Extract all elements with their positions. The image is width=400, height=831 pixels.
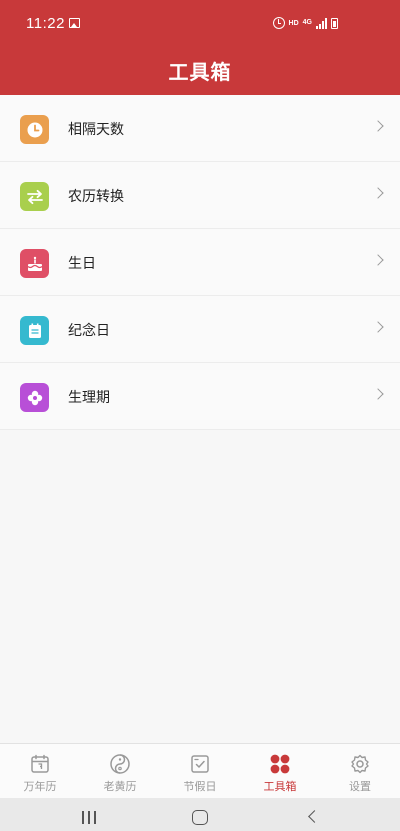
yin-yang-icon [110, 754, 130, 774]
calendar-note-icon [20, 316, 49, 345]
birthday-cake-icon [20, 249, 49, 278]
tab-holidays[interactable]: 节假日 [160, 744, 240, 799]
tool-item-label: 生理期 [68, 390, 110, 406]
tool-item-label: 纪念日 [68, 323, 110, 339]
tab-label: 万年历 [23, 780, 57, 793]
chevron-right-icon [372, 321, 384, 333]
checklist-icon [191, 755, 209, 773]
status-indicators: HD 4G [272, 16, 338, 30]
tool-item-lunar-convert[interactable]: 农历转换 [0, 162, 400, 229]
home-icon[interactable] [192, 810, 208, 825]
system-nav-bar [0, 798, 400, 831]
flower-icon [20, 383, 49, 412]
tool-item-label: 农历转换 [68, 189, 124, 205]
tab-label: 节假日 [183, 780, 217, 793]
toolbox-grid-icon [270, 754, 290, 774]
gear-icon [351, 754, 369, 774]
tool-item-label: 生日 [68, 256, 96, 272]
status-bar: 11:22 HD 4G [0, 0, 400, 50]
tab-label: 老黄历 [103, 780, 137, 793]
tab-label: 工具箱 [263, 780, 297, 793]
app-header: 11:22 HD 4G 工具箱 [0, 0, 400, 95]
calendar-icon [31, 754, 49, 773]
gallery-notification-icon [69, 18, 80, 28]
clock-icon [20, 115, 49, 144]
recents-icon[interactable] [82, 811, 96, 824]
tool-item-label: 相隔天数 [68, 122, 124, 138]
chevron-right-icon [372, 187, 384, 199]
tool-list: 相隔天数 农历转换 生日 纪念日 生理期 [0, 95, 400, 430]
hd-voice-indicator: HD [288, 19, 299, 27]
tab-calendar[interactable]: 万年历 [0, 744, 80, 799]
tab-almanac[interactable]: 老黄历 [80, 744, 160, 799]
tool-item-days-between[interactable]: 相隔天数 [0, 95, 400, 162]
page-title: 工具箱 [168, 60, 232, 84]
chevron-right-icon [372, 388, 384, 400]
chevron-right-icon [372, 254, 384, 266]
swap-arrows-icon [20, 182, 49, 211]
tab-label: 设置 [349, 780, 371, 793]
tool-item-birthday[interactable]: 生日 [0, 229, 400, 296]
bottom-tab-bar: 万年历 老黄历 节假日 工具箱 设置 [0, 743, 400, 798]
back-icon[interactable] [308, 810, 321, 823]
tab-settings[interactable]: 设置 [320, 744, 400, 799]
chevron-right-icon [372, 120, 384, 132]
tool-item-period[interactable]: 生理期 [0, 363, 400, 430]
alarm-icon [272, 17, 285, 29]
signal-strength-icon [316, 17, 327, 29]
network-type-indicator: 4G [302, 19, 312, 26]
tool-item-anniversary[interactable]: 纪念日 [0, 296, 400, 363]
battery-icon [331, 17, 338, 29]
tab-toolbox[interactable]: 工具箱 [240, 744, 320, 799]
status-time: 11:22 [26, 15, 65, 32]
